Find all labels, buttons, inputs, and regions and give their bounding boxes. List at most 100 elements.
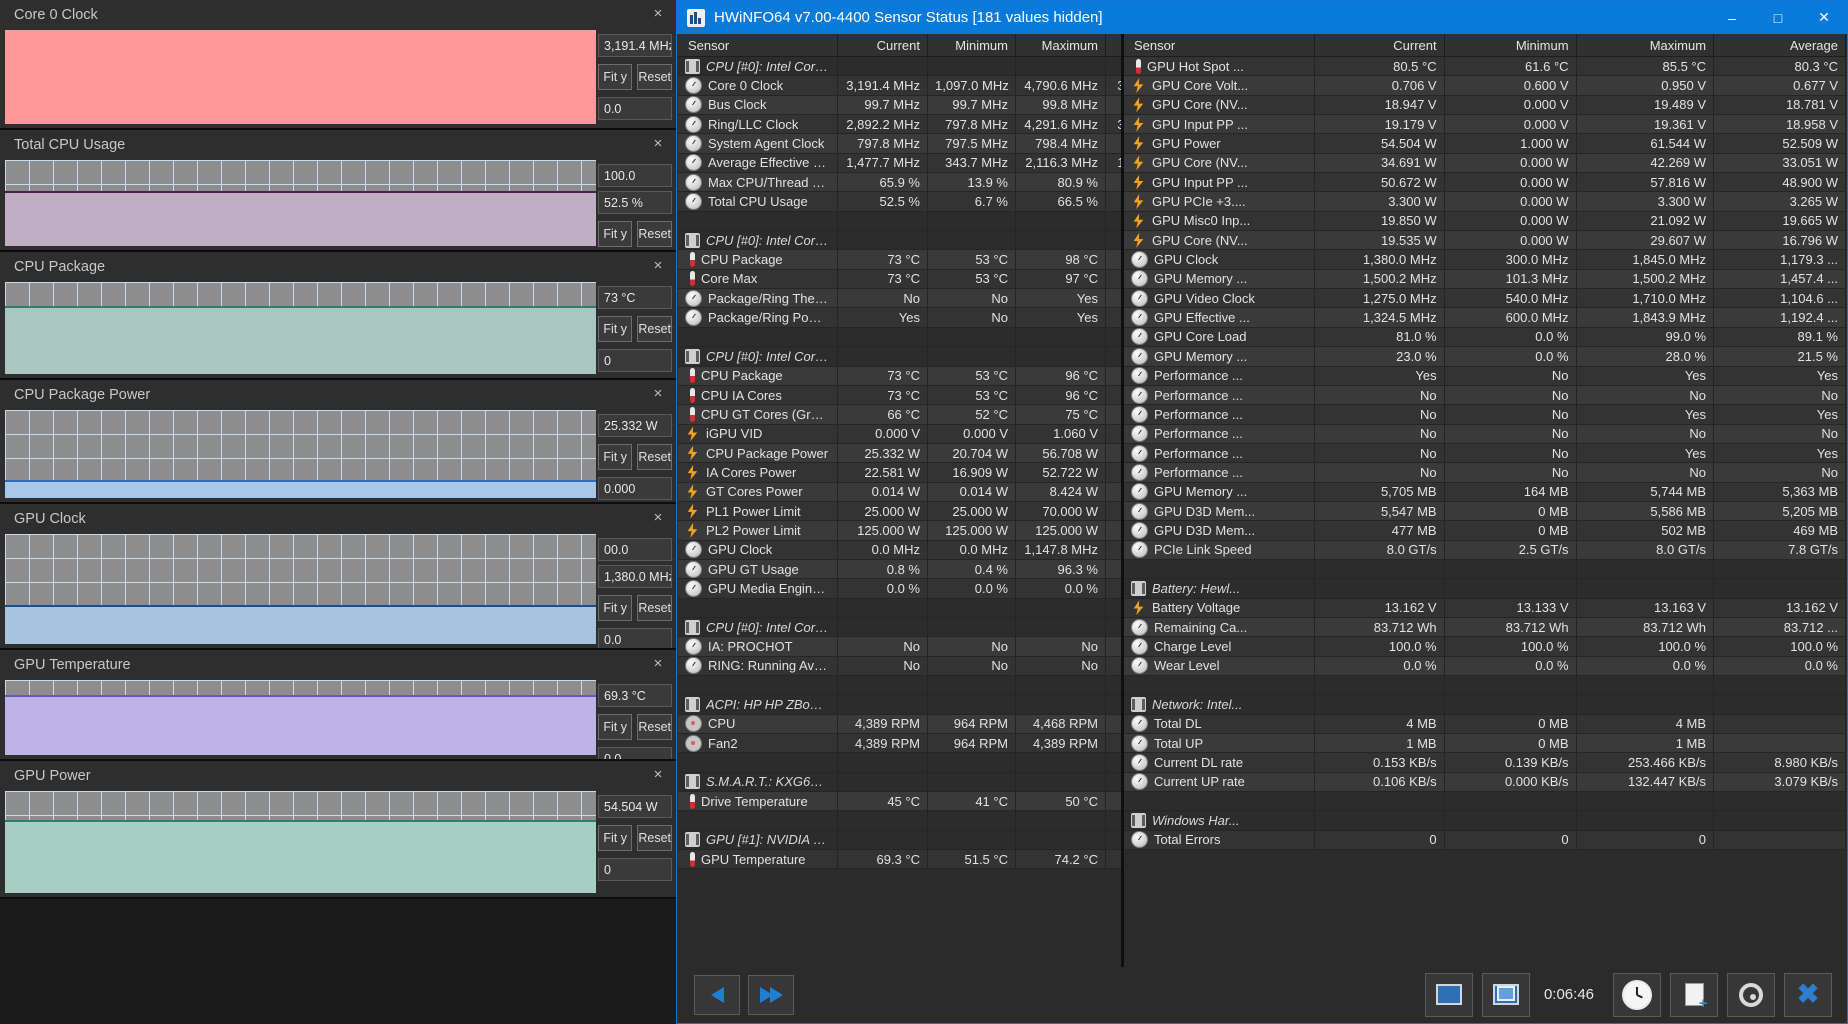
sensor-row[interactable]: Current DL rate0.153 KB/s0.139 KB/s253.4…	[1124, 753, 1846, 772]
sensor-row[interactable]: GPU Media Engine Us...0.0 %0.0 %0.0 %0.0…	[678, 579, 1124, 598]
spacer-row[interactable]	[1124, 676, 1846, 695]
sensor-row[interactable]: iGPU VID0.000 V0.000 V1.060 V0.345 V	[678, 424, 1124, 443]
graph-plot[interactable]	[5, 160, 596, 246]
sensor-group-row[interactable]: CPU [#0]: Intel Core ...	[678, 347, 1124, 366]
graph-plot[interactable]	[5, 680, 596, 755]
fit-y-button[interactable]: Fit y	[598, 64, 632, 90]
sensor-row[interactable]: Drive Temperature45 °C41 °C50 °C46 °C	[678, 792, 1124, 811]
sensor-row[interactable]: Total CPU Usage52.5 %6.7 %66.5 %38.3 %	[678, 192, 1124, 211]
reset-button[interactable]: Reset	[637, 64, 672, 90]
col-current[interactable]: Current	[1315, 34, 1444, 57]
reset-button[interactable]: Reset	[637, 221, 672, 247]
fit-y-button[interactable]: Fit y	[598, 316, 632, 342]
maximize-button[interactable]: □	[1755, 1, 1801, 34]
graph-close-icon[interactable]: ×	[648, 134, 668, 154]
sensor-row[interactable]: GPU Power54.504 W1.000 W61.544 W52.509 W	[1124, 134, 1846, 153]
sensor-row[interactable]: GPU D3D Mem...5,547 MB0 MB5,586 MB5,205 …	[1124, 501, 1846, 520]
sensor-row[interactable]: Total Errors000	[1124, 830, 1846, 849]
graph-close-icon[interactable]: ×	[648, 4, 668, 24]
sensor-group-row[interactable]: CPU [#0]: Intel Core ...	[678, 231, 1124, 250]
graph-plot[interactable]	[5, 30, 596, 124]
sensor-group-row[interactable]: ACPI: HP HP ZBook S...	[678, 695, 1124, 714]
sensor-row[interactable]: RING: Running Avera...NoNoNo	[678, 656, 1124, 675]
spacer-row[interactable]	[1124, 792, 1846, 811]
sensor-row[interactable]: CPU IA Cores73 °C53 °C96 °C76 °C	[678, 385, 1124, 404]
col-sensor[interactable]: Sensor	[1124, 34, 1315, 57]
graph-close-icon[interactable]: ×	[648, 508, 668, 528]
graph-close-icon[interactable]: ×	[648, 256, 668, 276]
col-minimum[interactable]: Minimum	[928, 34, 1016, 57]
sensor-row[interactable]: GPU Input PP ...19.179 V0.000 V19.361 V1…	[1124, 115, 1846, 134]
dual-screen-button[interactable]	[1482, 973, 1530, 1017]
sensor-row[interactable]: CPU Package73 °C53 °C96 °C76 °C	[678, 366, 1124, 385]
fit-y-button[interactable]: Fit y	[598, 595, 632, 621]
graph-plot[interactable]	[5, 282, 596, 374]
sensor-row[interactable]: Core 0 Clock3,191.4 MHz1,097.0 MHz4,790.…	[678, 76, 1124, 95]
sensor-row[interactable]: GPU Effective ...1,324.5 MHz600.0 MHz1,8…	[1124, 308, 1846, 327]
col-minimum[interactable]: Minimum	[1444, 34, 1576, 57]
graph-plot[interactable]	[5, 410, 596, 498]
fit-y-button[interactable]: Fit y	[598, 825, 632, 851]
sensor-row[interactable]: PL1 Power Limit25.000 W25.000 W70.000 W3…	[678, 501, 1124, 520]
screenshot-button[interactable]	[1425, 973, 1473, 1017]
sensor-row[interactable]: Charge Level100.0 %100.0 %100.0 %100.0 %	[1124, 637, 1846, 656]
sensor-row[interactable]: Performance ...NoNoNoNo	[1124, 463, 1846, 482]
reset-button[interactable]: Reset	[637, 714, 672, 740]
spacer-row[interactable]	[678, 211, 1124, 230]
sensor-row[interactable]: Core Max73 °C53 °C97 °C76 °C	[678, 269, 1124, 288]
col-current[interactable]: Current	[838, 34, 928, 57]
sensor-row[interactable]: GPU Video Clock1,275.0 MHz540.0 MHz1,710…	[1124, 289, 1846, 308]
sensor-row[interactable]: GPU Memory ...5,705 MB164 MB5,744 MB5,36…	[1124, 482, 1846, 501]
sensor-group-row[interactable]: Windows Har...	[1124, 811, 1846, 830]
logging-button[interactable]	[1670, 973, 1718, 1017]
sensor-row[interactable]: GPU Hot Spot ...80.5 °C61.6 °C85.5 °C80.…	[1124, 57, 1846, 76]
spacer-row[interactable]	[678, 811, 1124, 830]
reset-button[interactable]: Reset	[637, 444, 672, 470]
sensor-row[interactable]: Total UP1 MB0 MB1 MB	[1124, 734, 1846, 753]
minimize-button[interactable]: –	[1709, 1, 1755, 34]
sensor-row[interactable]: Total DL4 MB0 MB4 MB	[1124, 714, 1846, 733]
sensor-group-row[interactable]: CPU [#0]: Intel Core ...	[678, 57, 1124, 76]
sensor-row[interactable]: Performance ...NoNoNoNo	[1124, 424, 1846, 443]
sensor-row[interactable]: GPU Memory ...1,500.2 MHz101.3 MHz1,500.…	[1124, 269, 1846, 288]
graph-close-icon[interactable]: ×	[648, 765, 668, 785]
sensor-row[interactable]: Performance ...NoNoNoNo	[1124, 385, 1846, 404]
settings-button[interactable]	[1727, 973, 1775, 1017]
sensor-row[interactable]: Performance ...YesNoYesYes	[1124, 366, 1846, 385]
reset-button[interactable]: Reset	[637, 595, 672, 621]
spacer-row[interactable]	[678, 676, 1124, 695]
sensor-pane-right[interactable]: Sensor Current Minimum Maximum Average G…	[1124, 34, 1846, 967]
sensor-group-row[interactable]: S.M.A.R.T.: KXG60ZN...	[678, 772, 1124, 791]
sensor-pane-left[interactable]: Sensor Current Minimum Maximum Average C…	[678, 34, 1124, 967]
sensor-group-row[interactable]: Battery: Hewl...	[1124, 579, 1846, 598]
spacer-row[interactable]	[678, 327, 1124, 346]
sensor-row[interactable]: GPU Clock1,380.0 MHz300.0 MHz1,845.0 MHz…	[1124, 250, 1846, 269]
sensor-row[interactable]: Wear Level0.0 %0.0 %0.0 %0.0 %	[1124, 656, 1846, 675]
sensor-row[interactable]: GPU Temperature69.3 °C51.5 °C74.2 °C69.0…	[678, 850, 1124, 869]
sensor-row[interactable]: GPU PCIe +3....3.300 W0.000 W3.300 W3.26…	[1124, 192, 1846, 211]
sensor-row[interactable]: Bus Clock99.7 MHz99.7 MHz99.8 MHz99.8 MH…	[678, 95, 1124, 114]
sensor-row[interactable]: GPU Misc0 Inp...19.850 W0.000 W21.092 W1…	[1124, 211, 1846, 230]
spacer-row[interactable]	[1124, 559, 1846, 578]
sensor-row[interactable]: CPU4,389 RPM964 RPM4,468 RPM4,100 RPM	[678, 714, 1124, 733]
close-button[interactable]: ✕	[1801, 1, 1847, 34]
col-sensor[interactable]: Sensor	[678, 34, 838, 57]
sensor-row[interactable]: CPU GT Cores (Graph...66 °C52 °C75 °C67 …	[678, 405, 1124, 424]
sensor-row[interactable]: GT Cores Power0.014 W0.014 W8.424 W0.958…	[678, 482, 1124, 501]
sensor-row[interactable]: Current UP rate0.106 KB/s0.000 KB/s132.4…	[1124, 772, 1846, 791]
sensor-row[interactable]: IA Cores Power22.581 W16.909 W52.722 W25…	[678, 463, 1124, 482]
sensor-row[interactable]: GPU Clock0.0 MHz0.0 MHz1,147.8 MHz257.2 …	[678, 540, 1124, 559]
sensor-row[interactable]: GPU Input PP ...50.672 W0.000 W57.816 W4…	[1124, 173, 1846, 192]
sensor-row[interactable]: GPU Core (NV...34.691 W0.000 W42.269 W33…	[1124, 153, 1846, 172]
sensor-group-row[interactable]: CPU [#0]: Intel Core ...	[678, 617, 1124, 636]
sensor-row[interactable]: CPU Package Power25.332 W20.704 W56.708 …	[678, 443, 1124, 462]
sensor-row[interactable]: Package/Ring Therm...NoNoYes	[678, 289, 1124, 308]
sensor-row[interactable]: Package/Ring Power ...YesNoYes	[678, 308, 1124, 327]
next-button[interactable]	[748, 975, 794, 1015]
sensor-row[interactable]: GPU Core (NV...18.947 V0.000 V19.489 V18…	[1124, 95, 1846, 114]
spacer-row[interactable]	[678, 598, 1124, 617]
sensor-row[interactable]: Max CPU/Thread Usage65.9 %13.9 %80.9 %59…	[678, 173, 1124, 192]
col-maximum[interactable]: Maximum	[1576, 34, 1713, 57]
fit-y-button[interactable]: Fit y	[598, 714, 632, 740]
sensor-row[interactable]: Performance ...NoNoYesYes	[1124, 443, 1846, 462]
